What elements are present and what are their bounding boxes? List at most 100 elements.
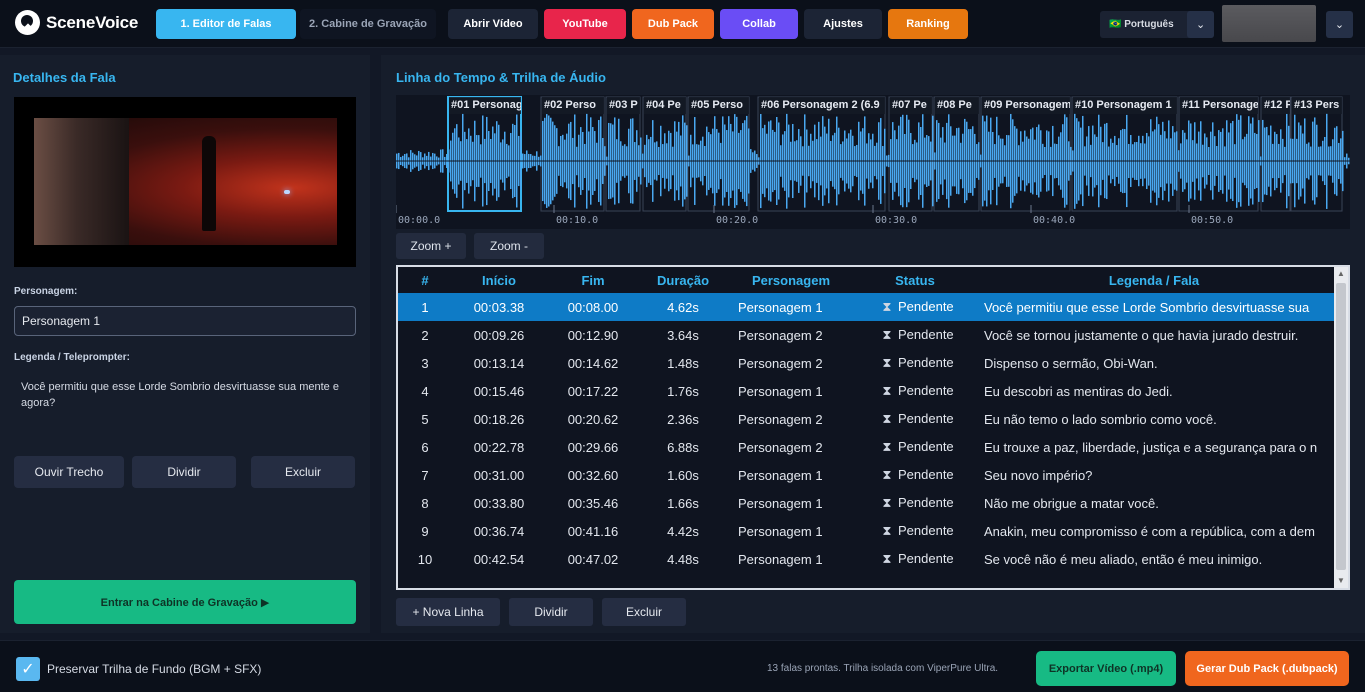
timeline-segment-label[interactable]: #04 Pe bbox=[644, 97, 686, 114]
character-input[interactable] bbox=[14, 306, 356, 336]
cell-n: 1 bbox=[398, 293, 452, 321]
timeline-segment-label[interactable]: #03 P bbox=[607, 97, 640, 114]
cell-text: Dispenso o sermão, Obi-Wan. bbox=[984, 355, 1158, 371]
status-text: 13 falas prontas. Trilha isolada com Vip… bbox=[767, 663, 999, 674]
timeline-segment-label[interactable]: #11 Personage bbox=[1180, 97, 1258, 114]
cell-dur: 6.88s bbox=[667, 439, 699, 455]
cell-text: Eu não temo o lado sombrio como você. bbox=[984, 411, 1217, 427]
audio-timeline[interactable]: #01 Personagem 1 #02 Perso#03 P#04 Pe#05 … bbox=[396, 95, 1350, 229]
cell-end: 00:17.22 bbox=[567, 383, 619, 399]
ranking-button[interactable]: Ranking bbox=[888, 9, 968, 39]
user-avatar[interactable] bbox=[1222, 5, 1316, 42]
cell-text: Você se tornou justamente o que havia ju… bbox=[984, 327, 1299, 343]
chevron-down-icon[interactable]: ⌄ bbox=[1187, 11, 1214, 38]
timeline-segment-label[interactable]: #06 Personagem 2 (6.9 bbox=[759, 97, 885, 114]
timeline-segment-label[interactable]: #05 Perso bbox=[689, 97, 749, 114]
timeline-segment-label[interactable]: #13 Pers bbox=[1292, 97, 1342, 114]
scroll-down-icon[interactable]: ▼ bbox=[1334, 574, 1348, 588]
timeline-tick: 00:30.0 bbox=[875, 215, 918, 226]
col-header[interactable]: Início bbox=[452, 267, 546, 293]
col-header[interactable]: Legenda / Fala bbox=[974, 267, 1334, 293]
scroll-thumb[interactable] bbox=[1336, 283, 1346, 570]
scroll-up-icon[interactable]: ▲ bbox=[1334, 267, 1348, 281]
table-row[interactable]: 7 00:31.00 00:32.60 1.60s Personagem 1 ⧗ Pende… bbox=[398, 461, 1334, 489]
listen-segment-button[interactable]: Ouvir Trecho bbox=[14, 456, 124, 488]
delete-line-button[interactable]: Excluir bbox=[602, 598, 686, 626]
teleprompter-textarea[interactable]: Você permitiu que esse Lorde Sombrio des… bbox=[14, 371, 356, 449]
cell-dur: 1.66s bbox=[667, 495, 699, 511]
cell-end: 00:14.62 bbox=[567, 355, 619, 371]
cell-dur: 2.36s bbox=[667, 411, 699, 427]
col-header[interactable]: Status bbox=[856, 267, 974, 293]
table-row[interactable]: 10 00:42.54 00:47.02 4.48s Personagem 1 ⧗ Pend… bbox=[398, 545, 1334, 573]
table-row[interactable]: 4 00:15.46 00:17.22 1.76s Personagem 1 ⧗ Pende… bbox=[398, 377, 1334, 405]
cell-status: ⧗ Pendente bbox=[856, 433, 974, 461]
table-row[interactable]: 2 00:09.26 00:12.90 3.64s Personagem 2 ⧗ Pende… bbox=[398, 321, 1334, 349]
dubpack-button[interactable]: Dub Pack bbox=[632, 9, 714, 39]
tab-recording-booth[interactable]: 2. Cabine de Gravação bbox=[300, 9, 436, 39]
cell-status: ⧗ Pendente bbox=[856, 489, 974, 517]
table-row[interactable]: 8 00:33.80 00:35.46 1.66s Personagem 1 ⧗ Pende… bbox=[398, 489, 1334, 517]
col-header[interactable]: Fim bbox=[546, 267, 640, 293]
status-text: Pendente bbox=[898, 523, 954, 538]
language-label: 🇧🇷 Português bbox=[1109, 19, 1174, 30]
cell-start: 00:13.14 bbox=[473, 355, 525, 371]
timeline-segment-label[interactable]: #07 Pe bbox=[890, 97, 932, 114]
cell-start: 00:33.80 bbox=[473, 495, 525, 511]
split-line-button[interactable]: Dividir bbox=[509, 598, 593, 626]
cell-text: Anakin, meu compromisso é com a repúblic… bbox=[984, 523, 1315, 539]
zoom-in-button[interactable]: Zoom + bbox=[396, 233, 466, 259]
logo-icon bbox=[15, 10, 40, 35]
table-row[interactable]: 6 00:22.78 00:29.66 6.88s Personagem 2 ⧗ Pende… bbox=[398, 433, 1334, 461]
timeline-panel: Linha do Tempo & Trilha de Áudio #01 Per… bbox=[381, 55, 1365, 633]
youtube-button[interactable]: YouTube bbox=[544, 9, 626, 39]
col-header[interactable]: # bbox=[398, 267, 452, 293]
status-text: Pendente bbox=[898, 551, 954, 566]
cell-text: Não me obrigue a matar você. bbox=[984, 495, 1159, 511]
video-preview[interactable] bbox=[14, 97, 356, 267]
status-text: Pendente bbox=[898, 495, 954, 510]
chevron-down-icon[interactable]: ⌄ bbox=[1326, 11, 1353, 38]
generate-dubpack-button[interactable]: Gerar Dub Pack (.dubpack) bbox=[1185, 651, 1349, 686]
collab-button[interactable]: Collab bbox=[720, 9, 798, 39]
cell-n: 6 bbox=[421, 439, 429, 455]
hourglass-icon: ⧗ bbox=[882, 523, 892, 538]
table-row[interactable]: 3 00:13.14 00:14.62 1.48s Personagem 2 ⧗ Pende… bbox=[398, 349, 1334, 377]
zoom-out-button[interactable]: Zoom - bbox=[474, 233, 544, 259]
settings-button[interactable]: Ajustes bbox=[804, 9, 882, 39]
cell-text: Se você não é meu aliado, então é meu in… bbox=[984, 551, 1263, 567]
col-header[interactable]: Personagem bbox=[726, 267, 856, 293]
table-row[interactable]: 5 00:18.26 00:20.62 2.36s Personagem 2 ⧗ Pende… bbox=[398, 405, 1334, 433]
enter-booth-button[interactable]: Entrar na Cabine de Gravação ▶ bbox=[14, 580, 356, 624]
line-details-panel: Detalhes da Fala Personagem: Legenda / T… bbox=[0, 55, 370, 633]
split-button[interactable]: Dividir bbox=[132, 456, 236, 488]
open-video-button[interactable]: Abrir Vídeo bbox=[448, 9, 538, 39]
tab-editor[interactable]: 1. Editor de Falas bbox=[156, 9, 296, 39]
cell-char: Personagem 2 bbox=[738, 411, 823, 427]
cell-n: 3 bbox=[421, 355, 429, 371]
new-line-button[interactable]: + Nova Linha bbox=[396, 598, 500, 626]
status-text: Pendente bbox=[898, 355, 954, 370]
cell-char: Personagem 2 bbox=[738, 355, 823, 371]
cell-char: Personagem 1 bbox=[738, 551, 823, 567]
character-label: Personagem: bbox=[14, 286, 78, 297]
timeline-segment-label[interactable]: #12 Pe bbox=[1262, 97, 1290, 114]
timeline-segment-label[interactable]: #09 Personagem bbox=[982, 97, 1070, 114]
delete-button[interactable]: Excluir bbox=[251, 456, 355, 488]
timeline-segment-label[interactable]: #10 Personagem 1 bbox=[1073, 97, 1177, 114]
cell-dur: 1.76s bbox=[667, 383, 699, 399]
table-row[interactable]: 1 00:03.38 00:08.00 4.62s Personagem 1 ⧗ Pende… bbox=[398, 293, 1334, 321]
table-scrollbar[interactable]: ▲ ▼ bbox=[1334, 267, 1348, 588]
language-select[interactable]: 🇧🇷 Português ⌄ bbox=[1100, 11, 1214, 38]
export-video-button[interactable]: Exportar Vídeo (.mp4) bbox=[1036, 651, 1176, 686]
timeline-segment-label[interactable]: #02 Perso bbox=[542, 97, 604, 114]
timeline-segment-label[interactable]: #01 Personagem 1 bbox=[449, 97, 521, 114]
timeline-tick: 00:20.0 bbox=[716, 215, 759, 226]
table-row[interactable]: 9 00:36.74 00:41.16 4.42s Personagem 1 ⧗ Pende… bbox=[398, 517, 1334, 545]
timeline-segment-label[interactable]: #08 Pe bbox=[935, 97, 979, 114]
cell-status: ⧗ Pendente bbox=[856, 349, 974, 377]
col-header[interactable]: Duração bbox=[640, 267, 726, 293]
timeline-tick: 00:10.0 bbox=[556, 215, 599, 226]
preserve-bgm-checkbox[interactable]: ✓ bbox=[16, 657, 40, 681]
timeline-tick: 00:50.0 bbox=[1191, 215, 1234, 226]
